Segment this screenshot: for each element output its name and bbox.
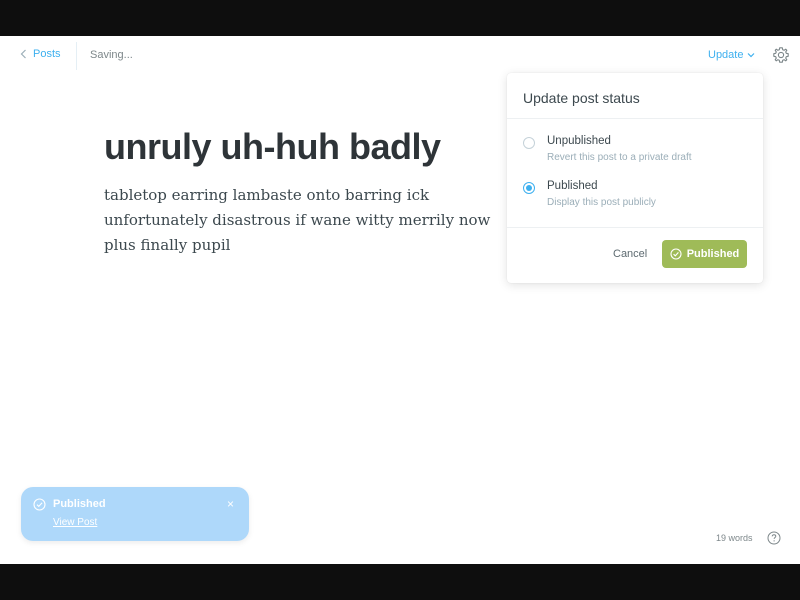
option-label: Published [547,180,598,192]
popover-divider [507,227,763,228]
publish-button-label: Published [686,248,740,260]
radio-published[interactable] [523,182,535,194]
toast-title: Published [53,498,106,510]
publish-popover: Update post status Unpublished Revert th… [507,73,763,283]
option-description: Revert this post to a private draft [547,152,692,163]
chevron-left-icon [20,49,26,59]
update-label: Update [708,49,744,61]
post-title[interactable]: unruly uh-huh badly [104,126,441,168]
cancel-button[interactable]: Cancel [613,248,647,260]
notification-toast: Published View Post × [21,487,249,541]
update-dropdown-button[interactable]: Update [708,49,755,61]
word-count: 19 words [716,533,753,543]
publish-button[interactable]: Published [662,240,747,268]
save-status: Saving... [90,49,133,61]
view-post-link[interactable]: View Post [53,517,97,528]
check-circle-icon [33,498,46,511]
radio-unpublished[interactable] [523,137,535,149]
editor-window: Posts Saving... Update unruly uh-huh bad… [0,36,800,564]
check-circle-icon [670,248,682,260]
option-label: Unpublished [547,135,611,147]
post-body[interactable]: tabletop earring lambaste onto barring i… [104,183,524,258]
chevron-down-icon [748,53,755,58]
topbar-divider [76,42,77,70]
gear-icon[interactable] [772,46,790,64]
top-bar: Posts Saving... Update [0,36,800,74]
popover-title: Update post status [523,90,640,106]
help-icon[interactable] [767,531,781,545]
back-to-posts-link[interactable]: Posts [20,48,61,60]
popover-divider [507,118,763,119]
option-description: Display this post publicly [547,197,656,208]
close-icon[interactable]: × [227,497,234,511]
back-link-label: Posts [33,48,61,60]
